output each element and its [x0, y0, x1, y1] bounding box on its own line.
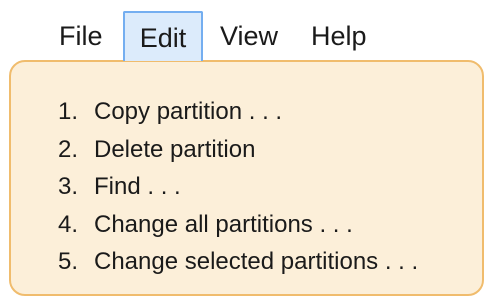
menu-item-find[interactable]: 3. Find . . .: [58, 168, 418, 206]
menu-item-label: Change all partitions . . .: [94, 210, 353, 238]
menu-item-number: 1.: [58, 98, 79, 125]
menu-item-number: 3.: [58, 173, 79, 200]
menu-item-change-selected-partitions[interactable]: 5. Change selected partitions . . .: [58, 243, 418, 281]
menu-help[interactable]: Help: [311, 11, 367, 61]
edit-dropdown-menu: 1. Copy partition . . . 2. Delete partitio…: [9, 60, 484, 296]
menu-item-label: Change selected partitions . . .: [94, 248, 419, 275]
menu-item-change-all-partitions[interactable]: 4. Change all partitions . . .: [58, 206, 418, 244]
dropdown-item-list: 1. Copy partition . . . 2. Delete partitio…: [58, 93, 418, 281]
menu-item-copy-partition[interactable]: 1. Copy partition . . .: [58, 93, 418, 131]
menu-item-label: Delete partition: [94, 135, 256, 163]
menu-item-label: Copy partition . . .: [94, 98, 283, 125]
menu-item-number: 2.: [58, 135, 79, 163]
menu-file[interactable]: File: [59, 11, 103, 61]
menu-item-number: 4.: [58, 210, 79, 238]
menu-item-label: Find . . .: [94, 173, 181, 200]
menu-edit[interactable]: Edit: [123, 11, 203, 61]
menu-bar: File Edit View Help: [0, 0, 488, 62]
menu-view[interactable]: View: [220, 11, 278, 61]
menu-item-number: 5.: [58, 248, 79, 275]
menu-item-delete-partition[interactable]: 2. Delete partition: [58, 131, 418, 169]
